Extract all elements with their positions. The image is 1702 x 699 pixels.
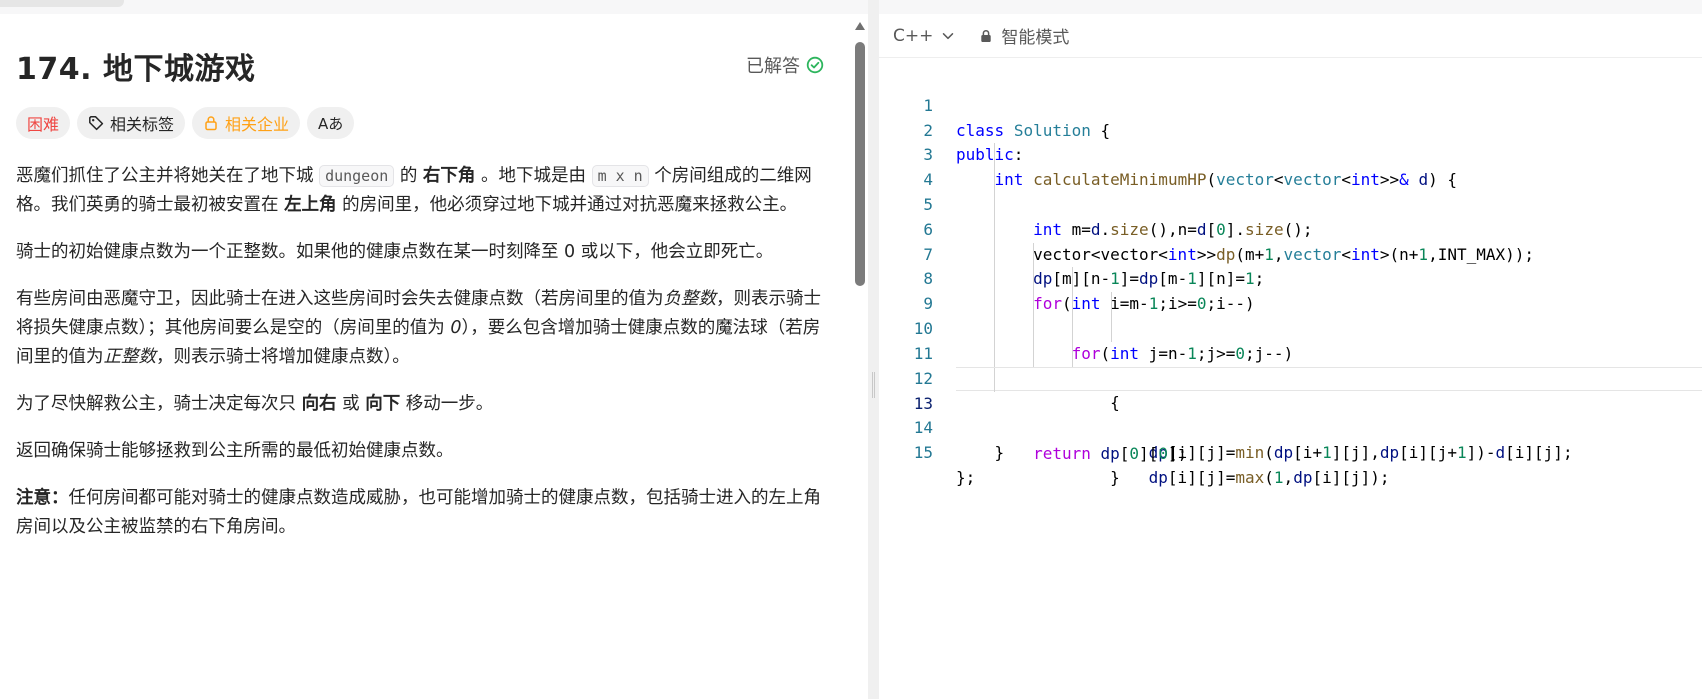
desc-text: 移动一步。: [400, 394, 494, 414]
desc-text: 恶魔们抓住了公主并将她关在了地下城: [16, 166, 320, 186]
editor-top-strip: [879, 0, 1702, 14]
indent-guide: [1072, 316, 1073, 342]
indent-guide: [994, 316, 995, 342]
indent-guide: [1111, 316, 1112, 342]
desc-text: 的: [394, 166, 423, 186]
desc-paragraph-2: 骑士的初始健康点数为一个正整数。如果他的健康点数在某一时刻降至 0 或以下，他会…: [16, 242, 774, 262]
indent-guide: [994, 217, 995, 243]
lock-icon: [981, 29, 992, 42]
code-line-current[interactable]: 13 return dp[0][0];: [914, 366, 1702, 463]
code-line[interactable]: 1 class Solution {: [879, 69, 1702, 140]
description-scrollbar[interactable]: [853, 22, 867, 699]
code-line[interactable]: 4 int m=d.size(),n=d[0].size();: [879, 143, 1702, 239]
indent-guide: [994, 242, 995, 268]
font-size-icon: Aあ: [318, 114, 344, 133]
code-line[interactable]: 10 dp[i][j]=min(dp[i+1][j],dp[i][j+1])-d…: [879, 292, 1702, 462]
panel-resize-handle[interactable]: [868, 0, 879, 699]
solved-label: 已解答: [746, 56, 800, 77]
indent-guide: [994, 168, 995, 193]
line-number: 15: [913, 442, 933, 462]
language-select[interactable]: C++: [893, 26, 955, 46]
code-line[interactable]: 15 };: [879, 416, 1702, 487]
desc-text: 。地下城是由: [475, 166, 592, 186]
code-line[interactable]: 7 for(int i=m-1;i>=0;i--): [879, 217, 1702, 313]
solved-status: 已解答: [746, 52, 824, 78]
related-companies-label: 相关企业: [225, 115, 290, 134]
inline-code: m x n: [591, 165, 649, 187]
indent-guide: [1072, 267, 1073, 293]
desc-text: ，则表示骑士将增加健康点数）。: [156, 347, 410, 367]
chevron-down-icon: [943, 32, 954, 39]
code-editor-panel: C++ 智能模式 1 class Solution { 2 public: 3 …: [879, 14, 1702, 699]
desc-bold: 注意：: [16, 488, 69, 508]
code-line[interactable]: 12 }: [879, 341, 1702, 487]
desc-text: 的房间里，他必须穿过地下城并通过对抗恶魔来拯救公主。: [336, 195, 798, 215]
font-size-button[interactable]: Aあ: [307, 107, 355, 139]
code-line[interactable]: 6 dp[m][n-1]=dp[m-1][n]=1;: [879, 192, 1702, 288]
problem-panel: 174. 地下城游戏 已解答 困难 相关标签 相关企业 Aあ 恶魔们抓住了公主并…: [0, 0, 868, 699]
indent-guide: [1072, 341, 1073, 367]
desc-text: 任何房间都可能对骑士的健康点数造成威胁，也可能增加骑士的健康点数，包括骑士进入的…: [16, 488, 821, 537]
problem-title: 174. 地下城游戏: [16, 52, 256, 87]
indent-guide: [994, 292, 995, 317]
indent-guide: [1033, 341, 1034, 367]
scroll-up-arrow-icon[interactable]: [855, 22, 865, 30]
desc-bold: 向下: [365, 394, 401, 414]
code-text: };: [956, 467, 976, 487]
related-tags-label: 相关标签: [110, 115, 175, 134]
editor-toolbar: C++ 智能模式: [879, 14, 1702, 58]
desc-bold: 右下角: [422, 166, 476, 186]
related-tags-button[interactable]: 相关标签: [77, 107, 186, 139]
tag-icon: [89, 116, 104, 131]
desc-paragraph-6: 注意：任何房间都可能对骑士的健康点数造成威胁，也可能增加骑士的健康点数，包括骑士…: [16, 484, 824, 542]
code-line[interactable]: 3 int calculateMinimumHP(vector<vector<i…: [879, 119, 1702, 189]
code-line[interactable]: 2 public:: [879, 94, 1702, 165]
check-circle-icon: [806, 56, 824, 74]
related-companies-button[interactable]: 相关企业: [192, 107, 301, 139]
code-area[interactable]: 1 class Solution { 2 public: 3 int calcu…: [879, 69, 1702, 487]
desc-text: 为了尽快解救公主，骑士决定每次只: [16, 394, 302, 414]
desc-italic: 正整数: [103, 347, 157, 367]
desc-bold: 向右: [301, 394, 337, 414]
indent-guide: [1033, 316, 1034, 342]
indent-guide: [1072, 292, 1073, 317]
code-line[interactable]: 8 for(int j=n-1;j>=0;j--): [879, 242, 1702, 363]
indent-guide: [1033, 242, 1034, 268]
indent-guide: [994, 143, 995, 169]
difficulty-tag[interactable]: 困难: [16, 107, 71, 139]
code-line[interactable]: 9 {: [879, 267, 1702, 412]
desc-paragraph-3: 有些房间由恶魔守卫，因此骑士在进入这些房间时会失去健康点数（若房间里的值为负整数…: [16, 285, 824, 372]
tab-stub[interactable]: [0, 0, 124, 7]
indent-guide: [1033, 292, 1034, 317]
indent-guide: [994, 267, 995, 293]
desc-paragraph-5: 返回确保骑士能够拯救到公主所需的最低初始健康点数。: [16, 441, 454, 461]
panel-top-strip: [0, 0, 868, 14]
editor-mode-toggle[interactable]: 智能模式: [979, 23, 1069, 48]
desc-text: 或: [336, 394, 366, 414]
code-line[interactable]: 5 vector<vector<int>>dp(m+1,vector<int>(…: [879, 168, 1702, 264]
desc-text: 有些房间由恶魔守卫，因此骑士在进入这些房间时会失去健康点数（若房间里的值为: [16, 289, 664, 309]
scrollbar-thumb[interactable]: [855, 42, 865, 286]
lock-icon: [205, 116, 217, 131]
code-line[interactable]: 11 dp[i][j]=max(1,dp[i][j]);: [879, 316, 1702, 487]
line-number: 12: [913, 368, 933, 388]
mode-label: 智能模式: [1001, 28, 1070, 48]
desc-bold: 左上角: [284, 195, 337, 215]
desc-italic: 负整数: [663, 289, 717, 309]
desc-paragraph-4: 为了尽快解救公主，骑士决定每次只 向右 或 向下 移动一步。: [16, 390, 824, 419]
indent-guide: [994, 192, 995, 218]
language-label: C++: [893, 25, 934, 46]
desc-paragraph-1: 恶魔们抓住了公主并将她关在了地下城 dungeon 的 右下角 。地下城是由 m…: [16, 162, 824, 220]
tag-row: 困难 相关标签 相关企业 Aあ: [16, 107, 355, 139]
indent-guide: [1033, 267, 1034, 293]
indent-guide: [994, 341, 995, 367]
drag-grip-icon[interactable]: [872, 372, 875, 398]
code-line[interactable]: 14 }: [879, 391, 1702, 462]
indent-guide: [994, 367, 995, 393]
desc-italic: 0: [450, 318, 462, 338]
indent-guide: [1111, 292, 1112, 317]
problem-description: 恶魔们抓住了公主并将她关在了地下城 dungeon 的 右下角 。地下城是由 m…: [16, 162, 824, 560]
code-text: }: [956, 442, 1005, 462]
inline-code: dungeon: [319, 165, 395, 187]
